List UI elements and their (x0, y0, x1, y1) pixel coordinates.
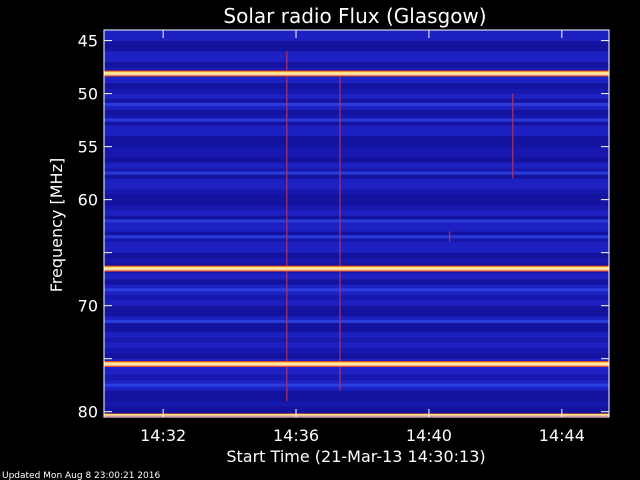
intensity-row (104, 141, 609, 148)
intensity-row (104, 51, 609, 58)
intensity-row (104, 125, 609, 132)
intensity-row (104, 88, 609, 95)
x-tick-label: 14:32 (140, 426, 186, 445)
intensity-row (104, 210, 609, 217)
intensity-row (104, 157, 609, 164)
burst-streak (448, 231, 451, 243)
intensity-row (104, 337, 609, 344)
weak-band (104, 219, 609, 223)
intensity-row (104, 183, 609, 190)
y-tick-label: 50 (78, 85, 98, 104)
burst-streak (339, 72, 341, 391)
intensity-row (104, 109, 609, 116)
intensity-row (104, 395, 609, 402)
intensity-row (104, 390, 609, 397)
bright-band (104, 265, 609, 272)
intensity-row (104, 326, 609, 333)
intensity-row (104, 162, 609, 169)
intensity-row (104, 279, 609, 286)
weak-band (104, 102, 609, 106)
intensity-row (104, 310, 609, 317)
intensity-row (104, 305, 609, 312)
burst-streak (286, 51, 288, 402)
y-axis-label: Frequency [MHz] (47, 158, 66, 292)
intensity-row (104, 374, 609, 381)
intensity-row (104, 146, 609, 153)
spectrogram-chart: Solar radio Flux (Glasgow) 455055607080 … (2, 4, 610, 480)
intensity-row (104, 401, 609, 407)
intensity-row (104, 295, 609, 301)
y-tick-label: 80 (78, 403, 98, 422)
y-tick-label: 55 (78, 138, 98, 157)
weak-band (104, 235, 609, 239)
intensity-row (104, 61, 609, 68)
intensity-row (104, 77, 609, 84)
weak-band (104, 320, 609, 324)
intensity-row (104, 178, 609, 185)
intensity-row (104, 151, 609, 158)
intensity-row (104, 242, 609, 248)
intensity-row (104, 257, 609, 264)
y-tick-label: 70 (78, 297, 98, 316)
intensity-row (104, 342, 609, 349)
intensity-row (104, 45, 609, 52)
intensity-row (104, 247, 609, 254)
intensity-row (104, 332, 609, 339)
x-tick-label: 14:44 (539, 426, 585, 445)
intensity-row (104, 369, 609, 376)
y-tick-label: 60 (78, 191, 98, 210)
y-tick-label: 45 (78, 32, 98, 51)
weak-band (104, 383, 609, 387)
intensity-row (104, 35, 609, 42)
intensity-row (104, 252, 609, 259)
chart-title: Solar radio Flux (Glasgow) (223, 4, 486, 28)
intensity-row (104, 273, 609, 280)
intensity-row (104, 40, 609, 47)
intensity-row (104, 30, 609, 36)
intensity-row (104, 300, 609, 307)
intensity-row (104, 348, 609, 354)
bright-band (104, 360, 609, 367)
intensity-row (104, 194, 609, 201)
weak-band (104, 171, 609, 175)
intensity-row (104, 204, 609, 211)
intensity-row (104, 83, 609, 89)
intensity-row (104, 136, 609, 142)
intensity-row (104, 353, 609, 360)
intensity-row (104, 189, 609, 195)
bright-band (104, 413, 609, 417)
x-tick-label: 14:36 (273, 426, 319, 445)
intensity-row (104, 56, 609, 63)
plot-area (103, 29, 610, 418)
burst-streak (512, 93, 514, 179)
intensity-row (104, 130, 609, 137)
intensity-row (104, 93, 609, 100)
x-tick-label: 14:40 (406, 426, 452, 445)
weak-band (104, 118, 609, 122)
intensity-row (104, 226, 609, 233)
weak-band (104, 288, 609, 292)
intensity-row (104, 199, 609, 206)
x-axis-label: Start Time (21-Mar-13 14:30:13) (226, 447, 485, 466)
bright-band (104, 70, 609, 77)
updated-timestamp: Updated Mon Aug 8 23:00:21 2016 (2, 471, 160, 480)
intensity-row (104, 406, 609, 413)
